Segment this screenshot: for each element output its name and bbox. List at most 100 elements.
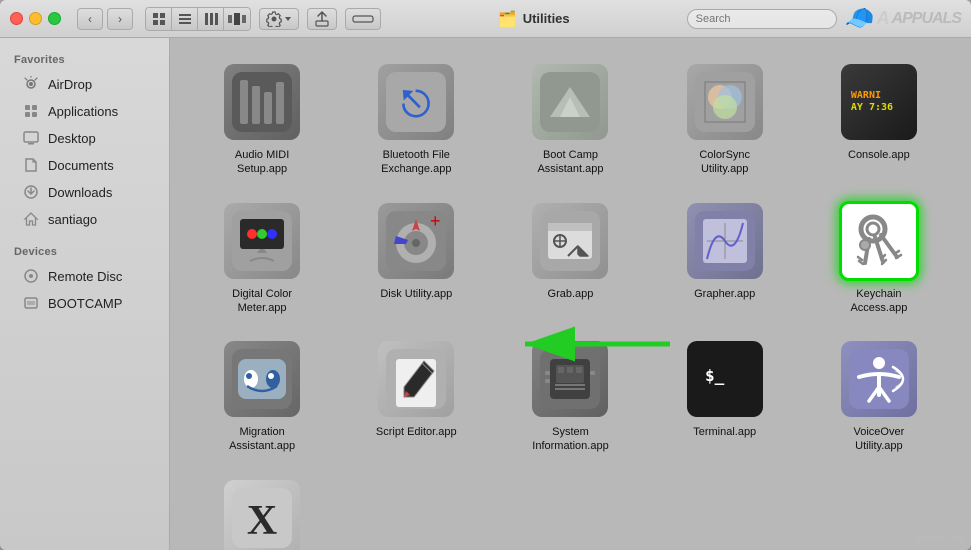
migration-icon (222, 339, 302, 419)
bluetooth-icon: ⎋ (376, 62, 456, 142)
grapher-label: Grapher.app (694, 287, 755, 301)
file-item-console[interactable]: WARNI AY 7:36 Console.app (807, 54, 951, 185)
file-grid-wrapper: Audio MIDISetup.app ⎋ Bluetooth FileEx (190, 54, 951, 550)
disk-utility-label: Disk Utility.app (380, 287, 452, 301)
nav-buttons: ‹ › (77, 8, 133, 30)
file-item-bluetooth[interactable]: ⎋ Bluetooth FileExchange.app (344, 54, 488, 185)
grab-icon (530, 201, 610, 281)
window-title: 🗂️ Utilities (381, 10, 687, 28)
digital-color-icon (222, 201, 302, 281)
bluetooth-label: Bluetooth FileExchange.app (381, 148, 451, 177)
santiago-icon (22, 210, 40, 228)
desktop-icon (22, 129, 40, 147)
applications-icon (22, 102, 40, 120)
sidebar-item-bootcamp[interactable]: BOOTCAMP (4, 290, 165, 316)
wsxdn-watermark: wsxdn.com (915, 533, 965, 544)
favorites-section-title: Favorites (0, 50, 169, 70)
svg-text:⎋: ⎋ (402, 83, 431, 124)
svg-text:+: + (430, 211, 441, 231)
svg-text:X: X (247, 498, 277, 544)
downloads-icon (22, 183, 40, 201)
file-item-voiceover[interactable]: VoiceOverUtility.app (807, 331, 951, 462)
sidebar-item-applications[interactable]: Applications (4, 98, 165, 124)
svg-text:$_: $_ (705, 366, 725, 385)
bootcamp-assistant-icon (530, 62, 610, 142)
file-item-disk-utility[interactable]: + Disk Utility.app (344, 193, 488, 324)
sidebar-item-documents[interactable]: Documents (4, 152, 165, 178)
file-item-terminal[interactable]: $_ Terminal.app (653, 331, 797, 462)
file-item-keychain[interactable]: KeychainAccess.app (807, 193, 951, 324)
toolbar-center (145, 7, 381, 31)
main-content: Favorites AirDrop Applications Desktop (0, 38, 971, 550)
disk-utility-icon: + (376, 201, 456, 281)
file-item-system-info[interactable]: SystemInformation.app (498, 331, 642, 462)
space-button[interactable] (345, 8, 381, 30)
sidebar-item-airdrop[interactable]: AirDrop (4, 71, 165, 97)
terminal-icon: $_ (685, 339, 765, 419)
voiceover-icon (839, 339, 919, 419)
search-input[interactable] (687, 9, 837, 29)
share-button[interactable] (307, 8, 337, 30)
x11-icon: X (222, 478, 302, 550)
minimize-button[interactable] (29, 12, 42, 25)
bootcamp-assistant-label: Boot CampAssistant.app (537, 148, 603, 177)
downloads-label: Downloads (48, 185, 112, 200)
file-area: Audio MIDISetup.app ⎋ Bluetooth FileEx (170, 38, 971, 550)
console-label: Console.app (848, 148, 910, 162)
file-item-x11[interactable]: X X11.app (190, 470, 334, 550)
grab-label: Grab.app (548, 287, 594, 301)
view-icon-button[interactable] (146, 8, 172, 30)
remote-disc-label: Remote Disc (48, 269, 122, 284)
sidebar-item-remote-disc[interactable]: Remote Disc (4, 263, 165, 289)
file-item-grab[interactable]: Grab.app (498, 193, 642, 324)
keychain-icon (839, 201, 919, 281)
bootcamp-label: BOOTCAMP (48, 296, 122, 311)
migration-label: MigrationAssistant.app (229, 425, 295, 454)
forward-button[interactable]: › (107, 8, 133, 30)
santiago-label: santiago (48, 212, 97, 227)
maximize-button[interactable] (48, 12, 61, 25)
applications-label: Applications (48, 104, 118, 119)
remote-disc-icon (22, 267, 40, 285)
view-mode-group (145, 7, 251, 31)
documents-label: Documents (48, 158, 114, 173)
action-gear-button[interactable] (259, 8, 299, 30)
file-item-grapher[interactable]: Grapher.app (653, 193, 797, 324)
close-button[interactable] (10, 12, 23, 25)
script-editor-label: Script Editor.app (376, 425, 457, 439)
devices-section-title: Devices (0, 242, 169, 262)
finder-window: ‹ › (0, 0, 971, 550)
file-item-colorsync[interactable]: ColorSyncUtility.app (653, 54, 797, 185)
file-grid: Audio MIDISetup.app ⎋ Bluetooth FileEx (190, 54, 951, 550)
colorsync-icon (685, 62, 765, 142)
file-item-migration[interactable]: MigrationAssistant.app (190, 331, 334, 462)
file-item-audio-midi[interactable]: Audio MIDISetup.app (190, 54, 334, 185)
file-item-digital-color[interactable]: Digital ColorMeter.app (190, 193, 334, 324)
keychain-label: KeychainAccess.app (850, 287, 907, 316)
file-item-script-editor[interactable]: Script Editor.app (344, 331, 488, 462)
sidebar: Favorites AirDrop Applications Desktop (0, 38, 170, 550)
system-info-icon (530, 339, 610, 419)
sidebar-item-downloads[interactable]: Downloads (4, 179, 165, 205)
airdrop-icon (22, 75, 40, 93)
script-editor-icon (376, 339, 456, 419)
audio-midi-label: Audio MIDISetup.app (235, 148, 289, 177)
window-controls (10, 12, 61, 25)
title-bar: ‹ › (0, 0, 971, 38)
console-app-icon: WARNI AY 7:36 (839, 62, 919, 142)
view-coverflow-button[interactable] (224, 8, 250, 30)
desktop-label: Desktop (48, 131, 96, 146)
voiceover-label: VoiceOverUtility.app (854, 425, 905, 454)
sidebar-item-desktop[interactable]: Desktop (4, 125, 165, 151)
back-button[interactable]: ‹ (77, 8, 103, 30)
terminal-label: Terminal.app (693, 425, 756, 439)
bootcamp-disk-icon (22, 294, 40, 312)
system-info-label: SystemInformation.app (532, 425, 608, 454)
digital-color-label: Digital ColorMeter.app (232, 287, 292, 316)
sidebar-item-santiago[interactable]: santiago (4, 206, 165, 232)
grapher-icon (685, 201, 765, 281)
view-list-button[interactable] (172, 8, 198, 30)
airdrop-label: AirDrop (48, 77, 92, 92)
view-column-button[interactable] (198, 8, 224, 30)
file-item-bootcamp-assistant[interactable]: Boot CampAssistant.app (498, 54, 642, 185)
